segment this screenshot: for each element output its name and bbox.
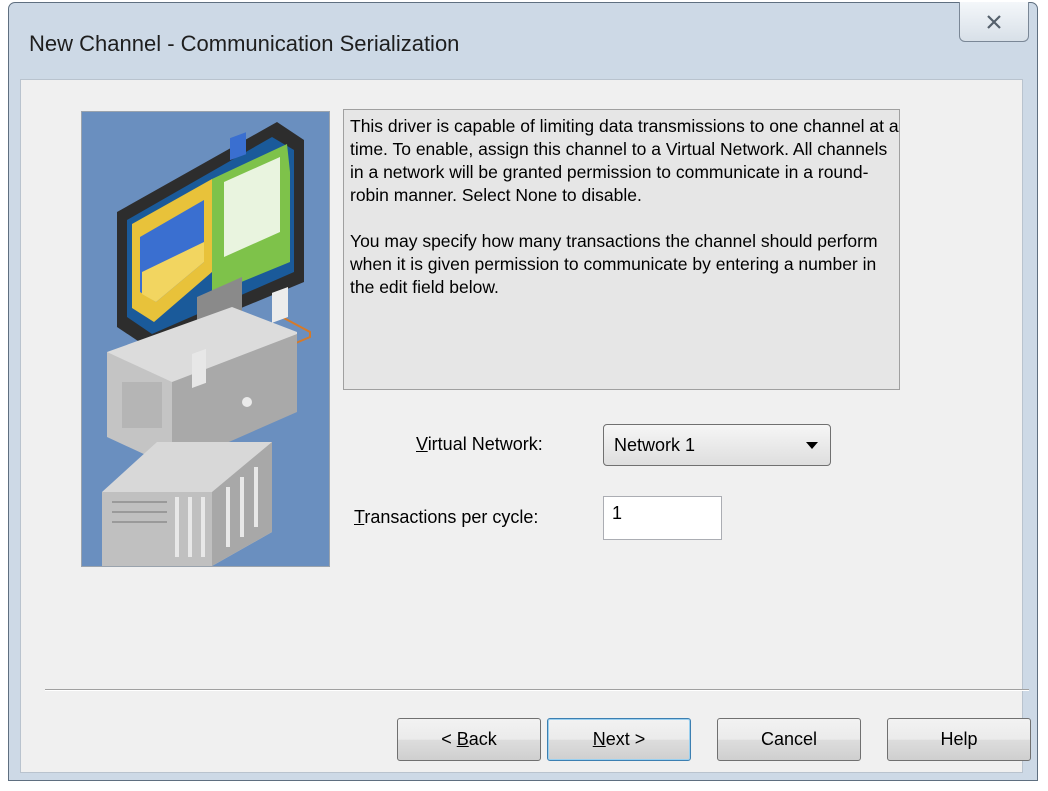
description-box: This driver is capable of limiting data … [343, 109, 900, 390]
dialog-content: This driver is capable of limiting data … [20, 79, 1031, 773]
dialog-window: New Channel - Communication Serializatio… [8, 2, 1038, 781]
cancel-button[interactable]: Cancel [717, 718, 861, 761]
wizard-illustration [81, 111, 330, 567]
divider [45, 689, 1029, 691]
title-bar[interactable]: New Channel - Communication Serializatio… [9, 2, 1037, 77]
close-icon [987, 15, 1001, 29]
back-button[interactable]: < Back [397, 718, 541, 761]
virtual-network-label: Virtual Network: [416, 434, 543, 454]
next-button[interactable]: Next > [547, 718, 691, 761]
virtual-network-dropdown[interactable]: Network 1 [603, 424, 831, 466]
help-button[interactable]: Help [887, 718, 1031, 761]
chevron-down-icon [806, 442, 818, 449]
close-button[interactable] [959, 2, 1029, 42]
computer-plc-illustration [82, 112, 329, 566]
transactions-per-cycle-input[interactable]: 1 [603, 496, 722, 540]
virtual-network-value: Network 1 [614, 435, 696, 455]
transactions-per-cycle-label: Transactions per cycle: [354, 507, 539, 527]
description-paragraph-1: This driver is capable of limiting data … [350, 116, 899, 205]
description-paragraph-2: You may specify how many transactions th… [350, 231, 878, 297]
window-title: New Channel - Communication Serializatio… [29, 31, 460, 56]
